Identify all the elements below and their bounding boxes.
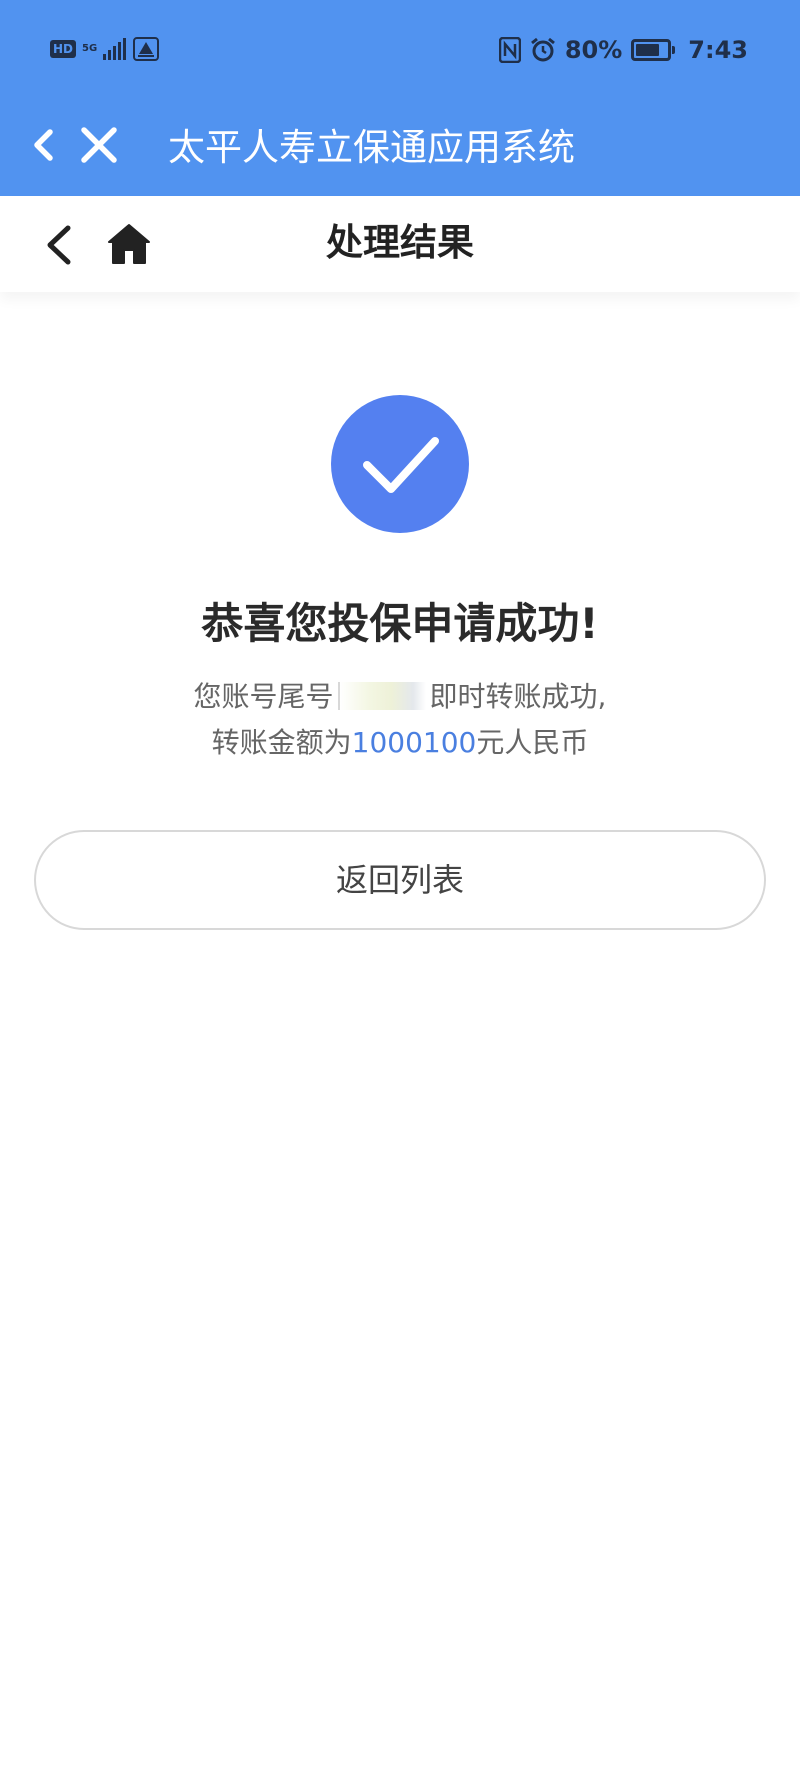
status-right: 80% 7:43 [498, 32, 748, 68]
transfer-status: 即时转账成功, [429, 680, 607, 713]
result-title: 恭喜您投保申请成功! [201, 599, 599, 648]
masked-account-number [337, 682, 426, 710]
amount-prefix: 转账金额为 [211, 726, 352, 759]
app-notification-icon [133, 37, 160, 61]
clock: 7:43 [688, 36, 748, 64]
success-check-icon [331, 395, 469, 533]
result-message-line2: 转账金额为1000100元人民币 [0, 723, 800, 763]
page-title: 处理结果 [326, 221, 474, 264]
nfc-icon [498, 37, 521, 63]
battery-icon [631, 39, 676, 61]
battery-fill [636, 44, 660, 56]
signal-icon [103, 38, 127, 60]
battery-percent: 80% [564, 36, 623, 64]
result-message-line1: 您账号尾号 即时转账成功, [0, 677, 800, 717]
return-to-list-button[interactable]: 返回列表 [34, 830, 766, 930]
network-type: 5G [82, 43, 98, 54]
header-back-icon[interactable] [20, 120, 70, 170]
app-header: 太平人寿立保通应用系统 [0, 100, 800, 196]
status-bar: HD 5G 80% 7:43 [0, 0, 800, 100]
alarm-icon [530, 37, 555, 62]
transfer-amount: 1000100 [351, 726, 477, 759]
currency-label: 元人民币 [476, 726, 589, 759]
header-close-icon[interactable] [72, 118, 126, 172]
app-title: 太平人寿立保通应用系统 [168, 126, 575, 169]
hd-badge: HD [50, 40, 77, 58]
account-prefix: 您账号尾号 [193, 680, 334, 713]
page-nav: 处理结果 [0, 196, 800, 292]
status-left: HD 5G [50, 36, 160, 62]
